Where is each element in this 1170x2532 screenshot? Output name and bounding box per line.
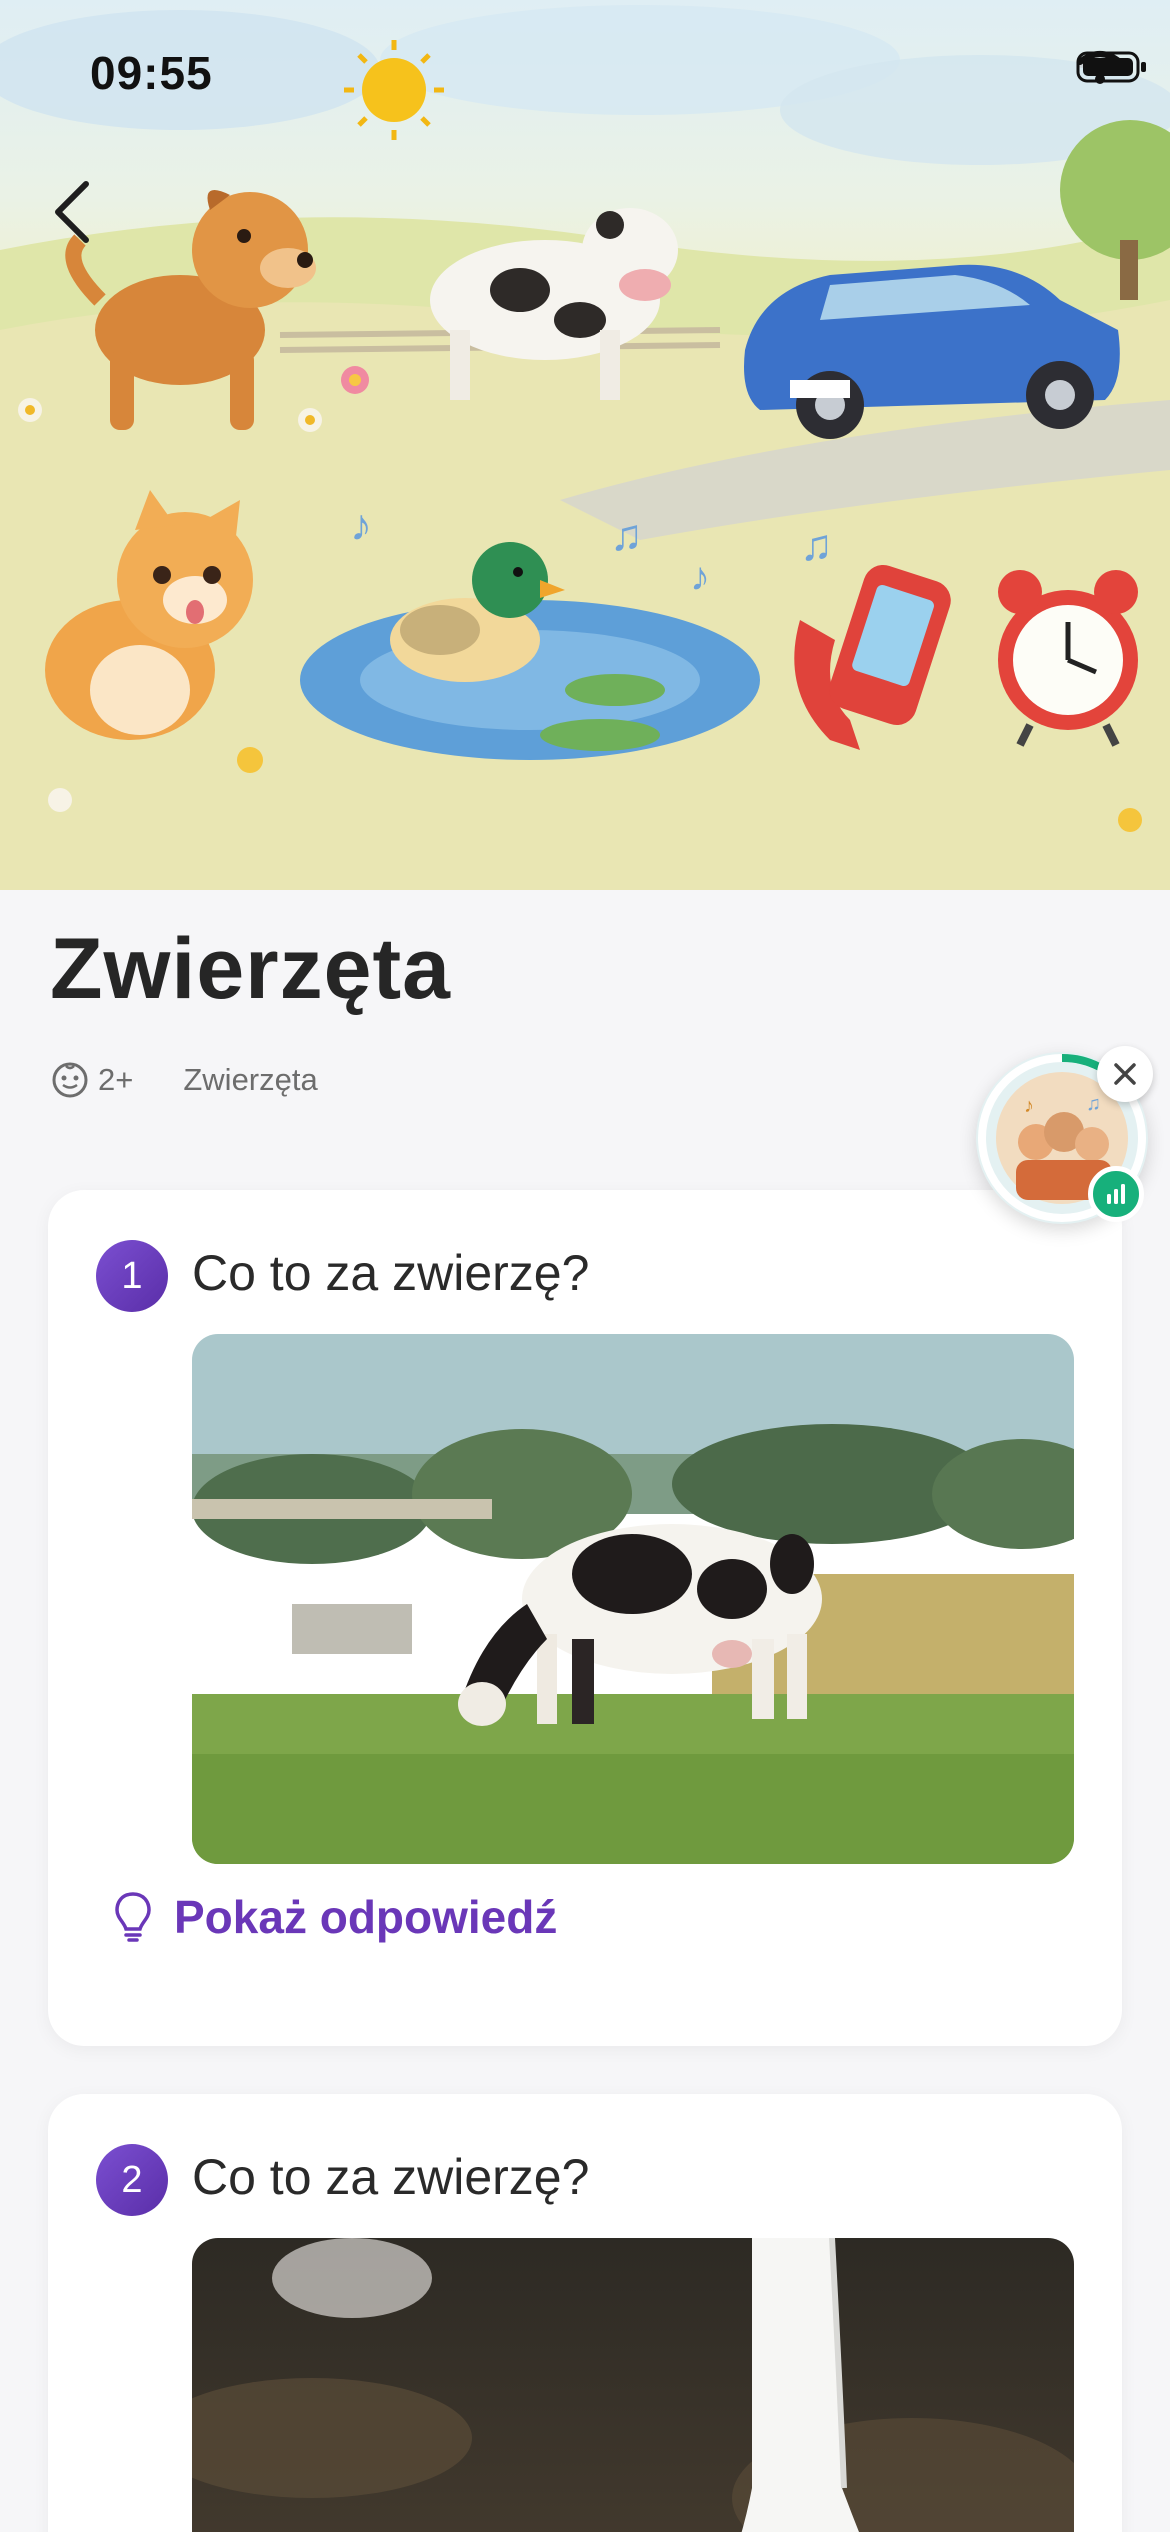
category-label: Zwierzęta (183, 1062, 318, 1097)
lightbulb-icon (115, 1892, 151, 1942)
svg-text:♪: ♪ (690, 555, 710, 599)
show-answer-button[interactable]: Pokaż odpowiedź (114, 1890, 557, 1944)
question-text: Co to za zwierzę? (192, 1245, 590, 1301)
question-number-badge: 2 (96, 2144, 168, 2216)
svg-text:♪: ♪ (350, 501, 372, 550)
meta-row: 2+ Zwierzęta (50, 1060, 318, 1100)
equalizer-icon (1107, 1184, 1125, 1204)
page-title: Zwierzęta (50, 921, 451, 1017)
close-mini-player-button[interactable] (1097, 1046, 1153, 1102)
age-label: 2+ (98, 1062, 134, 1097)
close-icon (1114, 1063, 1136, 1085)
status-time: 09:55 (90, 47, 213, 99)
show-answer-label: Pokaż odpowiedź (174, 1891, 558, 1943)
svg-text:♪: ♪ (1024, 1095, 1034, 1117)
equalizer-badge (1088, 1166, 1144, 1222)
back-button[interactable] (52, 180, 122, 270)
svg-text:♫: ♫ (1086, 1093, 1101, 1115)
svg-text:♫: ♫ (610, 511, 643, 560)
question-card: 2 Co to za zwierzę? (48, 2094, 1122, 2532)
cow-photo (192, 1334, 1074, 1864)
age-badge: 2+ (50, 1060, 133, 1100)
bird-photo (192, 2238, 1074, 2532)
question-card: 1 Co to za zwierzę? Pokaż odpowiedź (48, 1190, 1122, 2046)
svg-text:♫: ♫ (800, 521, 833, 570)
question-number-badge: 1 (96, 1240, 168, 1312)
chevron-left-icon (55, 181, 89, 243)
baby-face-icon (52, 1062, 88, 1098)
hero-illustration: ♪ ♫ ♪ ♫ 09:55 (0, 0, 1170, 890)
question-text: Co to za zwierzę? (192, 2149, 590, 2205)
